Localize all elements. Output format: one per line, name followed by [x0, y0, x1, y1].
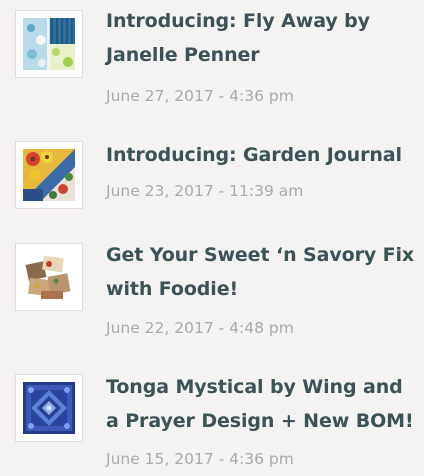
recent-posts-list: Introducing: Fly Away by Janelle Penner … — [0, 0, 424, 476]
post-date: June 23, 2017 - 11:39 am — [106, 182, 304, 200]
tonga-mystical-quilt-thumbnail — [23, 382, 75, 434]
post-thumbnail[interactable] — [15, 243, 83, 311]
fly-away-fabric-thumbnail — [23, 18, 75, 70]
post-date: June 22, 2017 - 4:48 pm — [106, 319, 294, 337]
post-thumbnail[interactable] — [15, 141, 83, 209]
post-title-link[interactable]: Tonga Mystical by Wing and a Prayer Desi… — [106, 370, 418, 438]
foodie-fabric-thumbnail — [23, 251, 75, 303]
post-title-link[interactable]: Get Your Sweet ‘n Savory Fix with Foodie… — [106, 238, 418, 306]
post-thumbnail[interactable] — [15, 10, 83, 78]
garden-journal-fabric-thumbnail — [23, 149, 75, 201]
post-date: June 15, 2017 - 4:36 pm — [106, 450, 294, 468]
post-title-link[interactable]: Introducing: Fly Away by Janelle Penner — [106, 4, 418, 72]
post-title-link[interactable]: Introducing: Garden Journal — [106, 138, 418, 172]
post-date: June 27, 2017 - 4:36 pm — [106, 87, 294, 105]
post-thumbnail[interactable] — [15, 374, 83, 442]
